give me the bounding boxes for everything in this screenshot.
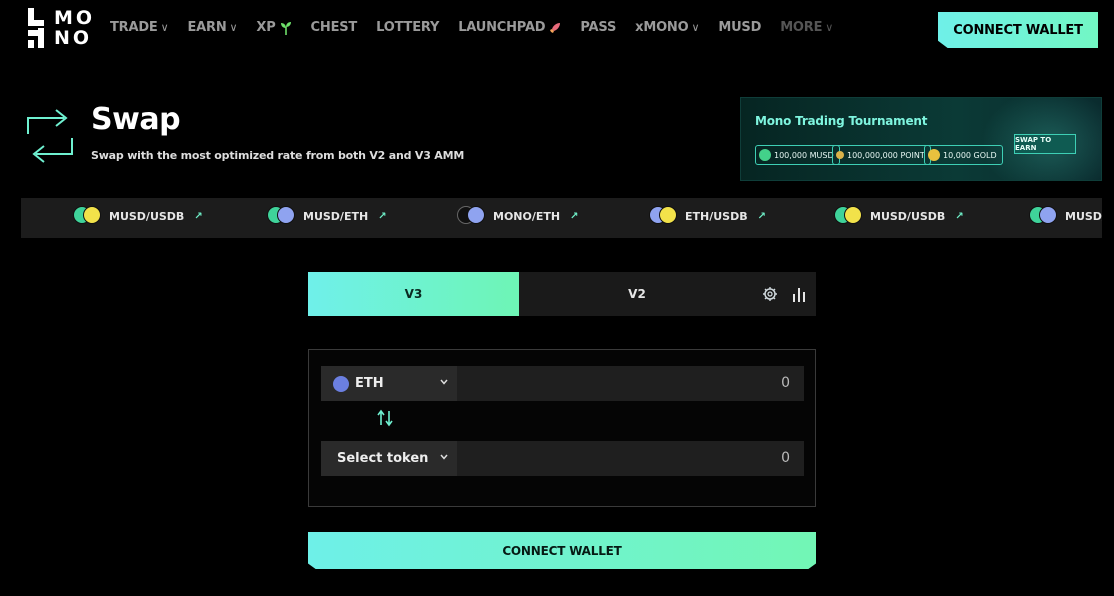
pair-icons — [1029, 206, 1059, 226]
tab-v3[interactable]: V3 — [308, 272, 519, 316]
prize-chip-point: 100,000,000 POINT — [832, 145, 931, 165]
logo-text-top: MO — [54, 7, 96, 29]
rocket-icon — [550, 22, 561, 33]
usdb-token-icon — [844, 206, 862, 224]
banner-title: Mono Trading Tournament — [755, 114, 928, 128]
swap-card: ETH 0 Select token 0 — [308, 349, 816, 507]
top-nav: MO NO TRADE ∨ EARN ∨ XP CHEST LOTTERY LA… — [0, 0, 1114, 60]
from-token-row: ETH 0 — [321, 366, 804, 401]
nav-earn[interactable]: EARN ∨ — [187, 20, 237, 35]
pair-icons — [73, 206, 103, 226]
to-token-row: Select token 0 — [321, 441, 804, 476]
pair-icons — [267, 206, 297, 226]
nav-chest-label: CHEST — [310, 20, 358, 35]
nav-lottery[interactable]: LOTTERY — [376, 20, 439, 35]
eth-token-icon — [1039, 206, 1057, 224]
trend-up-icon: ↗ — [570, 210, 579, 222]
switch-direction-icon[interactable] — [376, 409, 394, 427]
logo-mark-icon — [28, 8, 44, 48]
nav-xmono-label: xMONO — [635, 20, 689, 35]
trend-up-icon: ↗ — [378, 210, 387, 222]
eth-token-icon — [467, 206, 485, 224]
nav-trade[interactable]: TRADE ∨ — [110, 20, 169, 35]
connect-wallet-button-top[interactable]: CONNECT WALLET — [938, 12, 1098, 48]
pair-label: MONO/ETH — [493, 209, 561, 223]
nav-pass[interactable]: PASS — [580, 20, 616, 35]
chevron-down-icon: ∨ — [229, 21, 238, 34]
swap-to-earn-button[interactable]: SWAP TO EARN — [1014, 134, 1076, 154]
prize-chip-label: 10,000 GOLD — [943, 150, 997, 160]
to-token-label: Select token — [337, 451, 429, 466]
mono-logo[interactable]: MO NO — [28, 8, 92, 50]
pair-ticker: MUSD/USDB ↗ MUSD/ETH ↗ MONO/ETH ↗ ETH/US… — [21, 198, 1102, 238]
nav-trade-label: TRADE — [110, 20, 158, 35]
chevron-down-icon: ∨ — [691, 21, 700, 34]
chevron-down-icon — [440, 454, 448, 460]
ticker-pair[interactable]: ETH/USDB ↗ — [649, 206, 766, 226]
nav-xp[interactable]: XP — [256, 20, 291, 35]
nav-more-label: MORE — [780, 20, 823, 35]
eth-token-icon — [333, 375, 349, 392]
chevron-down-icon — [440, 379, 448, 385]
nav-musd-label: MUSD — [718, 20, 762, 35]
prize-chip-gold: 10,000 GOLD — [924, 145, 1003, 165]
to-amount-input[interactable]: 0 — [781, 450, 790, 466]
logo-text-bottom: NO — [54, 27, 93, 49]
nav-xmono[interactable]: xMONO ∨ — [635, 20, 699, 35]
pair-label: MUSD/USDB — [870, 209, 946, 223]
trend-up-icon: ↗ — [757, 210, 767, 222]
ticker-pair[interactable]: MUSD/ — [1029, 206, 1102, 226]
swap-arrows-icon — [27, 109, 73, 163]
pair-label: MUSD/ETH — [303, 209, 369, 223]
ticker-pair[interactable]: MUSD/USDB ↗ — [73, 206, 203, 226]
from-token-select[interactable]: ETH — [321, 366, 457, 401]
pair-label: MUSD/USDB — [109, 209, 185, 223]
trend-up-icon: ↗ — [194, 210, 203, 222]
ticker-pair[interactable]: MUSD/USDB ↗ — [834, 206, 964, 226]
prize-chip-label: 100,000,000 POINT — [847, 150, 925, 160]
nav-launchpad-label: LAUNCHPAD — [458, 20, 546, 35]
chevron-down-icon: ∨ — [160, 21, 169, 34]
nav-musd[interactable]: MUSD — [718, 20, 761, 35]
pair-icons — [649, 206, 679, 226]
nav-xp-label: XP — [256, 20, 276, 35]
point-icon — [836, 151, 844, 159]
main-menu: TRADE ∨ EARN ∨ XP CHEST LOTTERY LAUNCHPA… — [110, 20, 852, 35]
tab-v2[interactable]: V2 — [519, 272, 755, 316]
usdb-token-icon — [659, 206, 677, 224]
connect-wallet-button[interactable]: CONNECT WALLET — [308, 532, 816, 569]
usdb-token-icon — [83, 206, 101, 224]
ticker-pair[interactable]: MUSD/ETH ↗ — [267, 206, 387, 226]
musd-coin-icon — [759, 149, 771, 161]
sprout-icon — [280, 21, 291, 35]
nav-lottery-label: LOTTERY — [376, 20, 440, 35]
pair-icons — [457, 206, 487, 226]
page-title: Swap — [91, 102, 181, 137]
nav-launchpad[interactable]: LAUNCHPAD — [458, 20, 561, 35]
chart-bars-icon[interactable] — [792, 286, 806, 302]
nav-pass-label: PASS — [580, 20, 617, 35]
eth-token-icon — [277, 206, 295, 224]
trend-up-icon: ↗ — [955, 210, 964, 222]
from-token-label: ETH — [355, 376, 384, 391]
from-amount-input[interactable]: 0 — [781, 375, 790, 391]
prize-chip-label: 100,000 MUSD — [774, 150, 834, 160]
gold-coin-icon — [928, 149, 940, 161]
page-subtitle: Swap with the most optimized rate from b… — [91, 149, 465, 162]
prize-chip-musd: 100,000 MUSD — [755, 145, 840, 165]
nav-earn-label: EARN — [187, 20, 227, 35]
nav-chest[interactable]: CHEST — [311, 20, 358, 35]
to-token-select[interactable]: Select token — [321, 441, 457, 476]
settings-gear-icon[interactable] — [762, 286, 778, 302]
logo-text: MO NO — [54, 8, 95, 48]
chevron-down-icon: ∨ — [825, 21, 834, 34]
nav-more[interactable]: MORE ∨ — [780, 20, 833, 35]
pair-icons — [834, 206, 864, 226]
ticker-pair[interactable]: MONO/ETH ↗ — [457, 206, 579, 226]
amm-version-tabs: V3 V2 — [308, 272, 816, 316]
tournament-banner[interactable]: Mono Trading Tournament 100,000 MUSD 100… — [740, 97, 1102, 181]
pair-label: ETH/USDB — [685, 209, 748, 223]
pair-label: MUSD/ — [1065, 209, 1102, 223]
